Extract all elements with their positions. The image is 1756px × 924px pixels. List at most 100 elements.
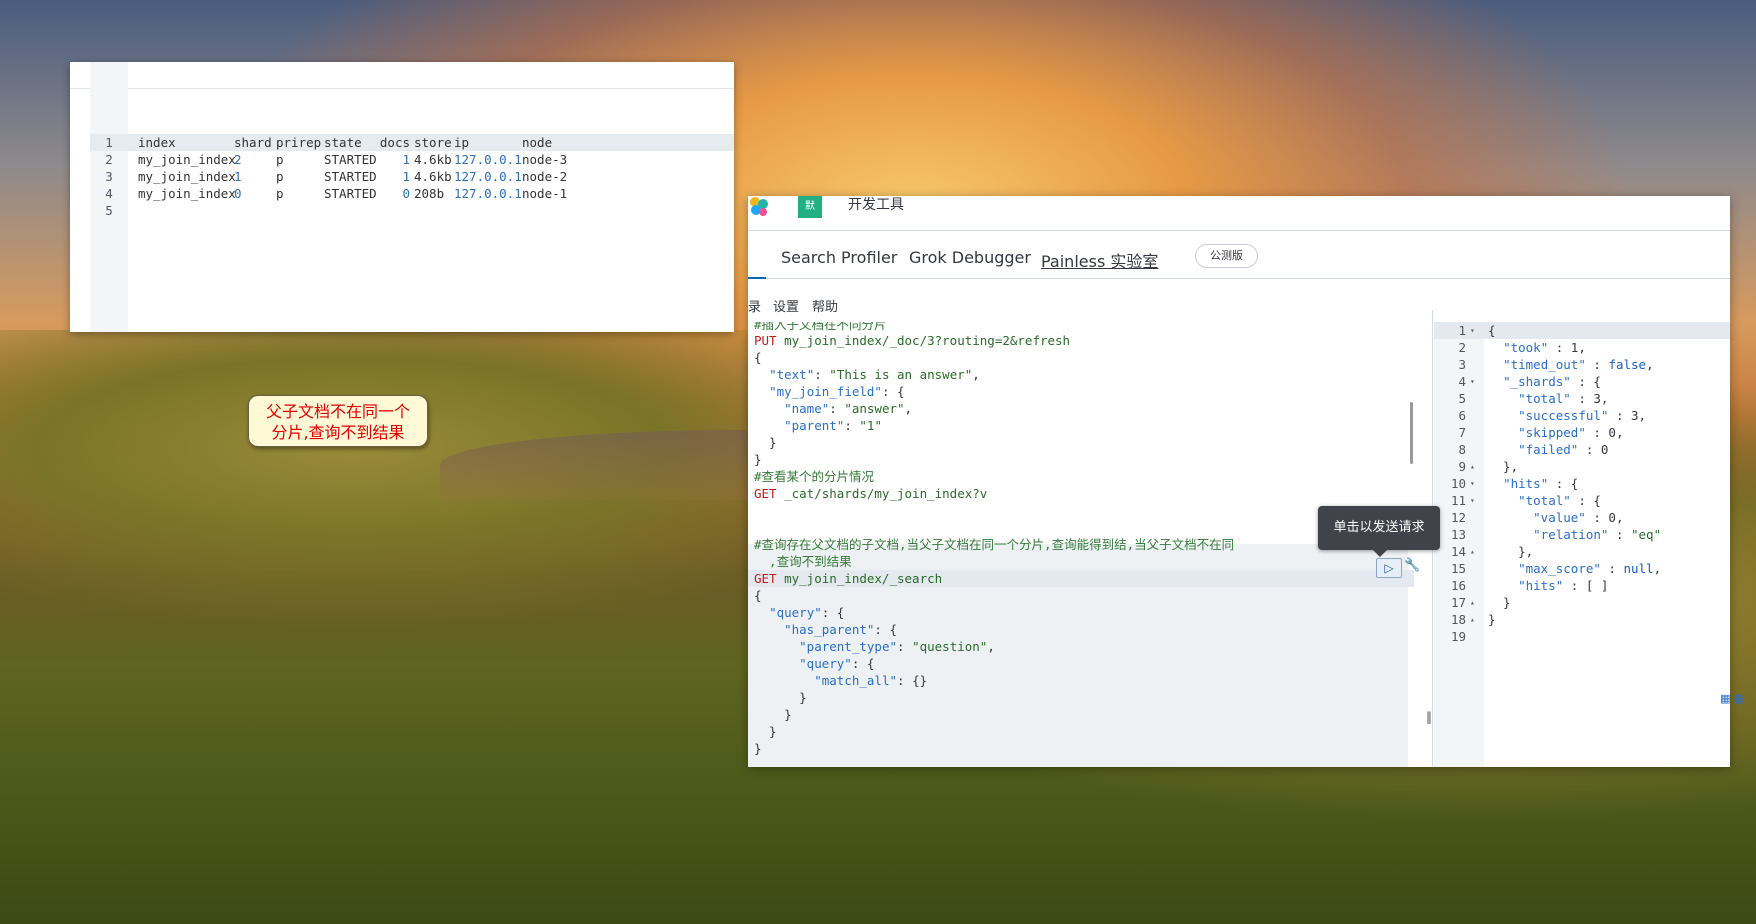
fold-toggle-icon[interactable]: ▾ (1470, 492, 1475, 509)
response-line: 10 ▾ "hits" : { (1434, 475, 1730, 492)
tab-painless-lab[interactable]: Painless 实验室 (1041, 248, 1158, 272)
fold-toggle-icon[interactable]: ▴ (1470, 543, 1475, 560)
request-line[interactable]: GET _cat/shards/my_join_index?v (754, 485, 1432, 502)
cell-node: node (522, 135, 553, 150)
send-request-tooltip: 单击以发送请求 (1318, 506, 1440, 557)
response-text: "hits" : [ ] (1518, 578, 1609, 593)
line-number: 1 (1458, 323, 1466, 338)
request-line[interactable]: "has_parent": { (754, 621, 1432, 638)
response-text: "skipped" : 0, (1518, 425, 1624, 440)
request-line[interactable]: GET my_join_index/_search (748, 570, 1414, 587)
menu-history[interactable]: 录 (748, 296, 761, 315)
cell-node: node-2 (522, 169, 568, 184)
edge-toolbar-icons[interactable]: ▦ ▦ (1720, 692, 1744, 705)
fold-toggle-icon[interactable]: ▴ (1470, 611, 1475, 628)
cell-docs: docs (379, 135, 410, 150)
request-line[interactable]: } (754, 689, 1432, 706)
request-line[interactable]: } (754, 434, 1432, 451)
response-line: 4 ▾ "_shards" : { (1434, 373, 1730, 390)
line-number: 17 (1450, 595, 1466, 610)
cat-shards-table: 1 index shard prirep state docs store ip node 2 my… (90, 134, 734, 219)
active-tab-indicator (748, 277, 766, 279)
request-line[interactable]: "parent_type": "question", (754, 638, 1432, 655)
request-line[interactable]: { (754, 349, 1432, 366)
line-number: 9 (1458, 459, 1466, 474)
line-number: 4 (105, 186, 113, 201)
response-text: "timed_out" : false, (1503, 357, 1654, 372)
request-line[interactable]: #插入子文档在不同分片 (754, 322, 1432, 332)
request-line[interactable]: } (754, 740, 1432, 757)
response-text: } (1488, 595, 1511, 610)
request-line[interactable]: } (754, 706, 1432, 723)
line-number: 3 (1458, 357, 1466, 372)
cell-docs: 0 (402, 186, 410, 201)
menu-help[interactable]: 帮助 (812, 296, 838, 315)
line-number: 6 (1458, 408, 1466, 423)
response-line: 13 "relation" : "eq" (1434, 526, 1730, 543)
fold-toggle-icon[interactable]: ▴ (1470, 594, 1475, 611)
fold-toggle-icon[interactable]: ▴ (1470, 458, 1475, 475)
wrench-icon[interactable]: 🔧 (1404, 558, 1422, 576)
response-editor: 1 ▾{2 "took" : 1, 3 "timed_out" : false, 4 ▾… (1434, 322, 1730, 767)
tab-console[interactable] (748, 234, 766, 279)
cell-state: STARTED (324, 186, 377, 201)
menu-settings[interactable]: 设置 (773, 296, 799, 315)
response-text: "took" : 1, (1503, 340, 1586, 355)
line-number: 16 (1450, 578, 1466, 593)
response-line: 1 ▾ { (1434, 322, 1730, 339)
cell-prirep: p (276, 169, 284, 184)
request-line[interactable]: "parent": "1" (754, 417, 1432, 434)
request-line[interactable]: "match_all": {} (754, 672, 1432, 689)
tab-bar: Search Profiler Grok Debugger Painless 实… (748, 234, 1730, 279)
response-line: 18 ▴} (1434, 611, 1730, 628)
cell-store: 208b (414, 186, 445, 201)
cell-ip: ip (454, 135, 470, 150)
response-text: { (1488, 323, 1496, 338)
request-line[interactable]: PUT my_join_index/_doc/3?routing=2&refre… (754, 332, 1432, 349)
response-line: 5 "total" : 3, (1434, 390, 1730, 407)
send-request-button[interactable]: ▷ (1376, 558, 1402, 578)
request-line[interactable]: "query": { (754, 604, 1432, 621)
space-avatar-badge[interactable]: 默 (798, 196, 822, 218)
window-divider (70, 88, 734, 89)
beta-badge: 公测版 (1195, 244, 1258, 268)
editor-scrollbar[interactable] (1410, 402, 1413, 464)
request-line[interactable]: { (754, 587, 1432, 604)
response-text: "max_score" : null, (1518, 561, 1662, 576)
request-line[interactable]: #查看某个的分片情况 (754, 468, 1432, 485)
callout-line-1: 父子文档不在同一个 (265, 402, 410, 421)
cell-prirep: p (276, 152, 284, 167)
line-number: 7 (1458, 425, 1466, 440)
table-row: 4 my_join_index 0 p STARTED 0 208b 127.0.0.1 nod… (90, 185, 734, 202)
response-text: "total" : { (1518, 493, 1601, 508)
request-line[interactable]: "my_join_field": { (754, 383, 1432, 400)
resize-handle-icon[interactable]: ‖ (1426, 710, 1432, 724)
response-text: "value" : 0, (1533, 510, 1624, 525)
fold-toggle-icon[interactable]: ▾ (1470, 475, 1475, 492)
request-line[interactable]: "name": "answer", (754, 400, 1432, 417)
fold-toggle-icon[interactable]: ▾ (1470, 322, 1475, 339)
response-line: 7 "skipped" : 0, (1434, 424, 1730, 441)
response-line: 6 "successful" : 3, (1434, 407, 1730, 424)
request-line[interactable]: ,查询不到结果 (754, 553, 1432, 570)
response-line: 15 "max_score" : null, (1434, 560, 1730, 577)
line-number: 3 (105, 169, 113, 184)
request-line[interactable]: "text": "This is an answer", (754, 366, 1432, 383)
cell-store: 4.6kb (414, 169, 452, 184)
line-number: 10 (1450, 476, 1466, 491)
request-line[interactable]: "query": { (754, 655, 1432, 672)
tab-search-profiler[interactable]: Search Profiler (781, 248, 897, 267)
response-line: 17 ▴ } (1434, 594, 1730, 611)
line-number: 2 (105, 152, 113, 167)
table-row: 2 my_join_index 2 p STARTED 1 4.6kb 127.0.0.1 no… (90, 151, 734, 168)
cell-index: index (138, 135, 176, 150)
callout-line-2: 分片,查询不到结果 (271, 423, 405, 442)
cell-ip: 127.0.0.1 (454, 152, 522, 167)
response-line: 19 (1434, 628, 1730, 645)
request-line[interactable]: } (754, 451, 1432, 468)
tab-grok-debugger[interactable]: Grok Debugger (909, 248, 1031, 267)
request-line[interactable]: } (754, 723, 1432, 740)
table-row: 1 index shard prirep state docs store ip node (90, 134, 734, 151)
fold-toggle-icon[interactable]: ▾ (1470, 373, 1475, 390)
cell-index: my_join_index (138, 152, 236, 167)
